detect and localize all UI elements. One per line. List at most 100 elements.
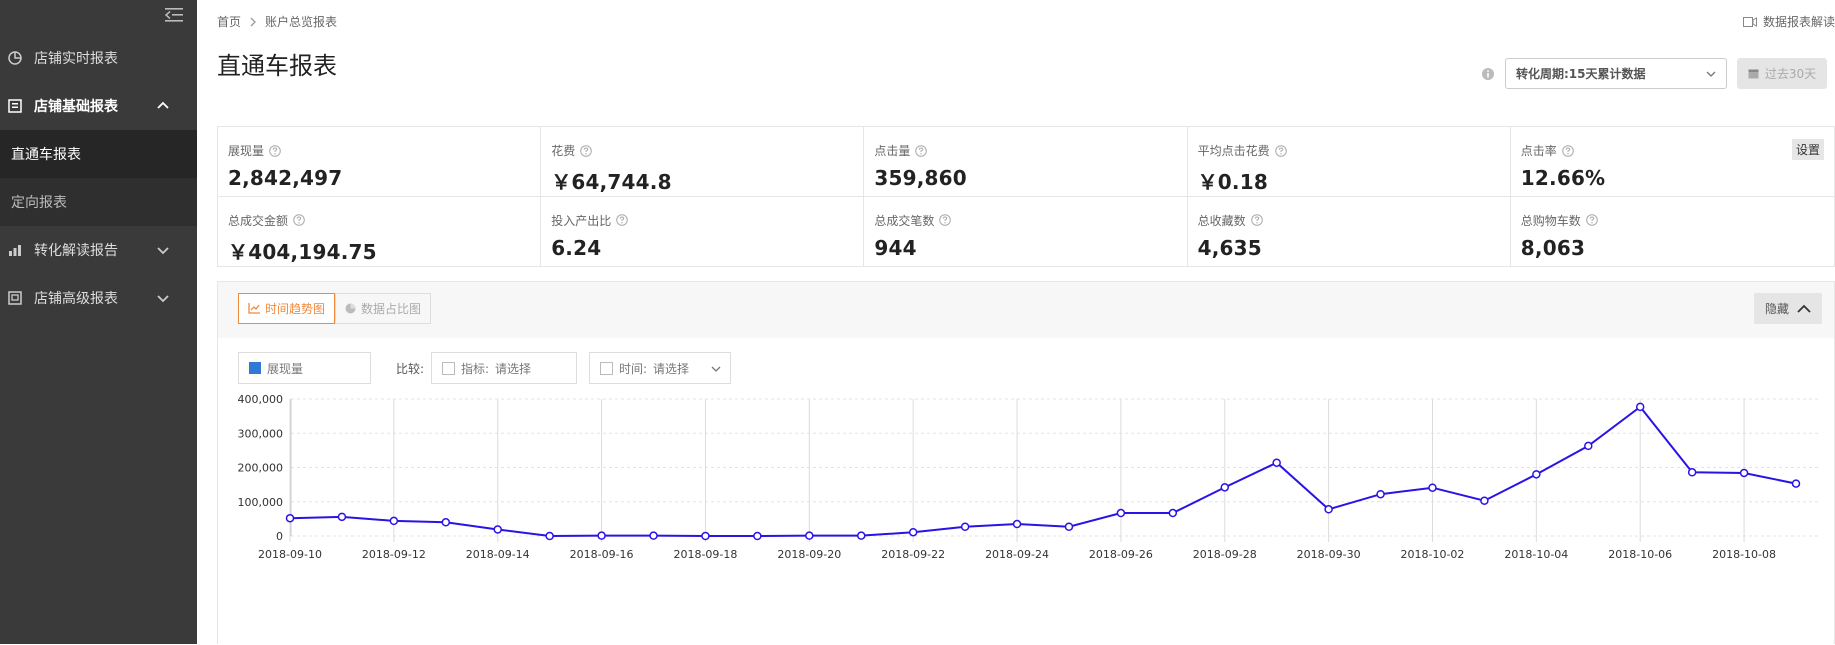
kpi-cell: 总成交金额 ￥404,194.75 — [218, 196, 542, 266]
help-icon[interactable] — [1586, 214, 1598, 226]
kpi-label-row: 点击率 — [1521, 142, 1824, 159]
settings-button[interactable]: 设置 — [1791, 139, 1824, 160]
metric-value: 展现量 — [267, 361, 304, 376]
sidebar-item-label: 店铺实时报表 — [34, 51, 118, 67]
sidebar-subitem-targeting[interactable]: 定向报表 — [0, 178, 197, 226]
y-tick-label: 300,000 — [238, 427, 284, 440]
time-compare-select[interactable]: 时间: 请选择 — [589, 352, 731, 384]
chart-panel: 时间趋势图 数据占比图 隐藏 展现量 比较: 指标: 请选择 时间: 请选择 0… — [217, 281, 1835, 644]
hide-chart-button[interactable]: 隐藏 — [1754, 293, 1822, 324]
date-range-label: 过去30天 — [1764, 67, 1817, 81]
data-point — [337, 512, 347, 522]
collapse-menu-icon[interactable] — [165, 7, 183, 23]
x-tick-label: 2018-09-28 — [1193, 548, 1257, 561]
y-tick-label: 100,000 — [238, 496, 284, 509]
data-point — [1739, 468, 1749, 478]
kpi-value: 2,842,497 — [228, 166, 343, 190]
x-tick-label: 2018-10-06 — [1608, 548, 1672, 561]
help-icon[interactable] — [269, 144, 281, 157]
data-point — [597, 531, 606, 540]
x-tick-label: 2018-09-26 — [1089, 548, 1153, 561]
data-point — [701, 531, 710, 541]
chart-filters: 展现量 比较: 指标: 请选择 时间: 请选择 — [238, 352, 838, 384]
data-point — [1272, 458, 1281, 467]
data-point — [441, 518, 451, 527]
breadcrumb-current: 账户总览报表 — [265, 15, 338, 29]
kpi-cell: 点击量 359,860 — [864, 127, 1188, 197]
x-tick-label: 2018-10-02 — [1401, 548, 1465, 561]
sidebar-item-realtime[interactable]: 店铺实时报表 — [0, 34, 197, 82]
date-range-button[interactable]: 过去30天 — [1737, 58, 1827, 89]
data-point — [545, 531, 554, 541]
sidebar-item-advanced[interactable]: 店铺高级报表 — [0, 274, 197, 322]
kpi-label: 平均点击花费 — [1197, 144, 1270, 158]
sidebar-item-label: 转化解读报告 — [34, 243, 118, 259]
help-icon[interactable] — [915, 144, 928, 157]
conversion-period-value: 转化周期:15天累计数据 — [1516, 67, 1646, 81]
indicator-label: 指标: — [461, 361, 490, 376]
y-tick-label: 400,000 — [238, 394, 284, 406]
x-tick-label: 2018-10-04 — [1504, 548, 1568, 561]
kpi-label: 总收藏数 — [1197, 213, 1246, 228]
data-point — [493, 525, 502, 534]
help-icon[interactable] — [1250, 214, 1263, 226]
tab-label: 数据占比图 — [361, 302, 422, 316]
chevron-down-icon — [157, 295, 169, 303]
x-tick-label: 2018-09-14 — [466, 548, 530, 561]
kpi-label-row: 总购物车数 — [1521, 212, 1824, 229]
indicator-checkbox[interactable] — [442, 361, 455, 375]
series-line — [289, 405, 1797, 538]
series-color-swatch — [249, 362, 261, 374]
y-tick-label: 0 — [276, 530, 283, 543]
data-point — [1064, 522, 1074, 532]
data-point — [285, 513, 295, 523]
tab-data-share[interactable]: 数据占比图 — [335, 293, 432, 324]
x-tick-label: 2018-09-10 — [258, 548, 322, 561]
data-point — [649, 531, 658, 540]
indicator-compare-select[interactable]: 指标: 请选择 — [431, 352, 577, 384]
toolbar: 转化周期:15天累计数据 过去30天 — [1481, 58, 1827, 89]
tab-time-trend[interactable]: 时间趋势图 — [238, 293, 336, 324]
help-icon[interactable] — [580, 144, 593, 157]
impressions-line-chart: 0 100,000 200,000 300,000 400,000 2018-09-10 2… — [238, 394, 1818, 561]
data-point — [960, 522, 970, 532]
x-tick-label: 2018-09-24 — [985, 548, 1049, 561]
report-guide-link[interactable]: 数据报表解读 — [1742, 13, 1835, 30]
kpi-cell: 点击率 12.66% 设置 — [1510, 127, 1834, 197]
data-point — [805, 531, 814, 540]
metric-select[interactable]: 展现量 — [238, 352, 371, 384]
kpi-label-row: 平均点击花费 — [1198, 142, 1500, 159]
help-icon[interactable] — [616, 214, 629, 226]
sidebar-item-label: 店铺高级报表 — [34, 291, 118, 307]
conversion-period-select[interactable]: 转化周期:15天累计数据 — [1505, 58, 1727, 89]
time-checkbox[interactable] — [600, 361, 613, 375]
data-point — [1791, 479, 1801, 488]
kpi-label-row: 总成交笔数 — [874, 212, 1176, 229]
kpi-value: ￥404,194.75 — [228, 239, 377, 264]
time-label: 时间: — [619, 361, 648, 376]
sidebar-item-basic[interactable]: 店铺基础报表 — [0, 82, 197, 130]
sidebar-item-conversion[interactable]: 转化解读报告 — [0, 226, 197, 274]
breadcrumb-home[interactable]: 首页 — [217, 13, 241, 30]
x-tick-label: 2018-09-12 — [362, 548, 426, 561]
data-point — [1324, 505, 1333, 514]
kpi-cell: 总购物车数 8,063 — [1511, 197, 1834, 267]
data-point — [856, 531, 866, 540]
kpi-label-row: 投入产出比 — [551, 212, 853, 229]
kpi-value: 359,860 — [874, 166, 967, 190]
info-icon[interactable] — [1481, 67, 1495, 81]
x-tick-label: 2018-09-18 — [673, 548, 737, 561]
help-icon[interactable] — [1274, 144, 1287, 157]
sidebar-subitem-ztc[interactable]: 直通车报表 — [0, 130, 197, 178]
kpi-cell: 总成交笔数 944 — [864, 196, 1188, 266]
calendar-icon — [1748, 69, 1759, 79]
help-icon[interactable] — [1562, 144, 1574, 157]
sidebar-item-label: 店铺基础报表 — [34, 99, 118, 115]
help-icon[interactable] — [939, 214, 952, 226]
data-point — [1376, 489, 1385, 499]
kpi-value: 8,063 — [1520, 235, 1586, 260]
kpi-label-row: 点击量 — [874, 142, 1176, 159]
kpi-value: ￥0.18 — [1197, 170, 1268, 194]
help-icon[interactable] — [293, 214, 305, 226]
data-point — [1116, 508, 1126, 518]
